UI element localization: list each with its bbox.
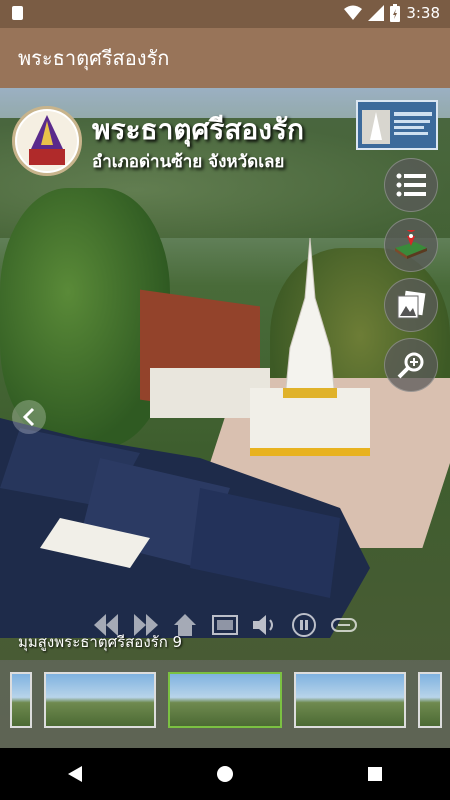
home-button[interactable] (205, 754, 245, 794)
autorotate-icon (292, 613, 317, 637)
minimize-button[interactable] (328, 609, 360, 641)
gallery-icon (397, 290, 426, 319)
recents-button[interactable] (355, 754, 395, 794)
thumbnail-strip (0, 660, 450, 748)
overlay-title: พระธาตุศรีสองรัก (92, 113, 304, 146)
volume-icon (252, 615, 273, 635)
back-icon (68, 766, 82, 782)
previous-scene-button[interactable] (12, 400, 46, 434)
info-thumbnail[interactable] (356, 100, 438, 150)
temple-logo (12, 106, 82, 176)
battery-charging-icon (390, 4, 401, 22)
chevron-left-icon (22, 407, 35, 427)
overlay-subtitle: อำเภอด่านซ้าย จังหวัดเลย (92, 152, 285, 172)
volume-button[interactable] (249, 609, 281, 641)
map-icon (395, 230, 427, 259)
app-bar: พระธาตุศรีสองรัก (0, 28, 450, 88)
gallery-button[interactable] (384, 278, 438, 332)
autorotate-button[interactable] (289, 609, 321, 641)
scene-thumbnail[interactable] (44, 672, 156, 728)
recents-icon (368, 767, 382, 781)
app-title: พระธาตุศรีสองรัก (18, 46, 170, 70)
scene-thumbnail[interactable] (418, 672, 442, 728)
minimize-icon (331, 618, 358, 632)
map-button[interactable] (384, 218, 438, 272)
clock: 3:38 (406, 4, 440, 22)
home-icon (217, 766, 233, 782)
chedi-stupa (283, 238, 337, 398)
zoom-in-button[interactable] (384, 338, 438, 392)
status-bar: 3:38 (0, 0, 450, 28)
scene-thumbnail[interactable] (10, 672, 32, 728)
blue-roof-temple (0, 418, 370, 638)
wifi-icon (344, 5, 363, 20)
panorama-viewer[interactable]: พระธาตุศรีสองรัก อำเภอด่านซ้าย จังหวัดเล… (0, 88, 450, 748)
signal-icon (368, 5, 385, 21)
slideshow-icon (212, 615, 239, 635)
slideshow-button[interactable] (209, 609, 241, 641)
scene-thumbnail-active[interactable] (168, 672, 282, 728)
zoom-in-icon (397, 352, 424, 379)
scene-label: มุมสูงพระธาตุศรีสองรัก 9 (18, 633, 183, 651)
scene-thumbnail[interactable] (294, 672, 406, 728)
system-nav-bar (0, 748, 450, 800)
list-button[interactable] (384, 158, 438, 212)
back-button[interactable] (55, 754, 95, 794)
sim-card-icon (12, 6, 23, 20)
list-icon (396, 173, 426, 197)
